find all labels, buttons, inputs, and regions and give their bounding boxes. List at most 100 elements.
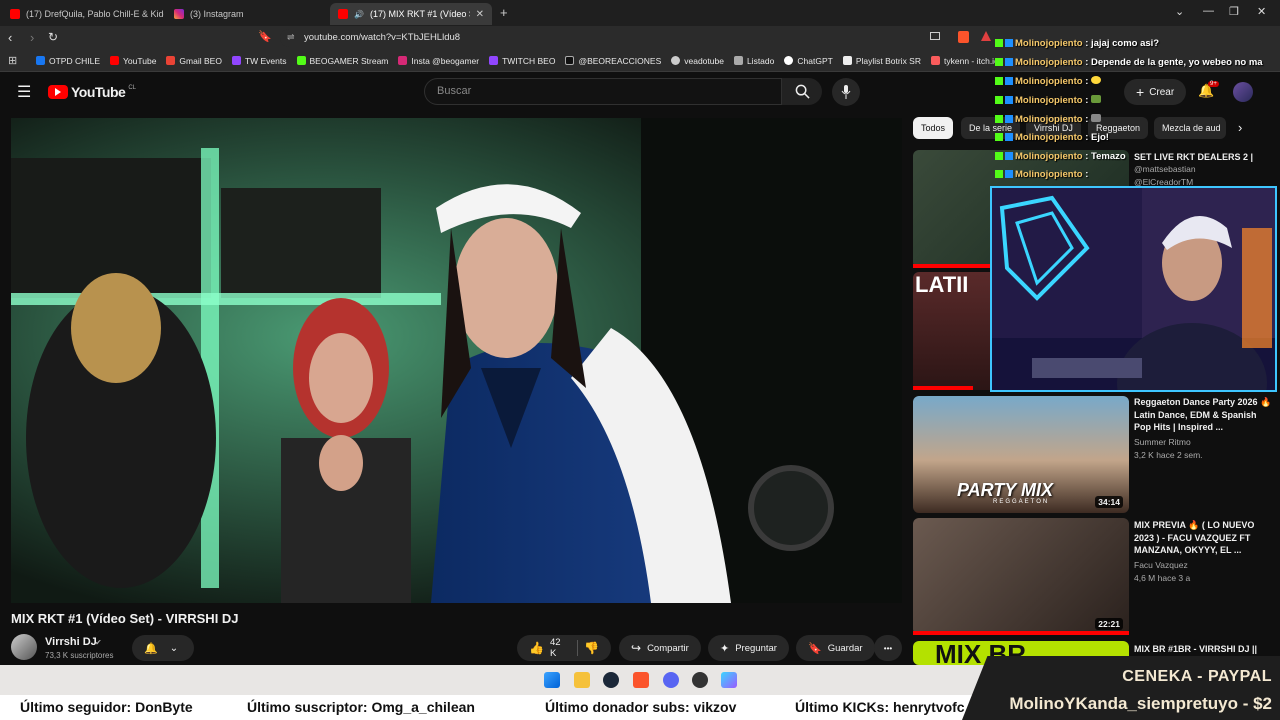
recommendation-title[interactable]: SET LIVE RKT DEALERS 2 |: [1134, 151, 1276, 164]
tab-drefquila[interactable]: (17) DrefQuila, Pablo Chill-E & Kidd V: [2, 3, 164, 25]
url-field[interactable]: ⇌ youtube.com/watch?v=KTbJEHLldu8: [280, 29, 1000, 47]
back-icon[interactable]: ‹: [8, 30, 12, 45]
save-icon: 🔖: [808, 642, 822, 655]
youtube-icon: [110, 56, 120, 65]
video-title: MIX RKT #1 (Vídeo Set) - VIRRSHI DJ: [11, 611, 239, 626]
windows-start-icon[interactable]: [544, 672, 560, 688]
create-button[interactable]: + Crear: [1124, 79, 1187, 105]
browser-tab-bar: (17) DrefQuila, Pablo Chill-E & Kidd V (…: [0, 0, 1280, 26]
rewards-icon[interactable]: [981, 31, 991, 41]
discord-icon[interactable]: [663, 672, 679, 688]
logo-text: YouTube: [71, 84, 126, 100]
site-info-icon[interactable]: ⇌: [287, 32, 295, 43]
close-tab-icon[interactable]: ✕: [476, 9, 484, 20]
search-input[interactable]: Buscar: [424, 78, 782, 105]
bookmark-gmail[interactable]: Gmail BEO: [166, 56, 222, 66]
thumbnail-text: PARTY MIX: [957, 480, 1054, 500]
kick-badge-icon: [995, 39, 1003, 48]
youtube-logo[interactable]: YouTube CL: [48, 84, 136, 100]
voice-search-button[interactable]: [832, 78, 860, 106]
chip-audio-mix[interactable]: Mezcla de aud: [1154, 117, 1226, 139]
dislike-button[interactable]: 👎: [584, 641, 599, 655]
recommendation-channel[interactable]: Facu Vazquez: [1134, 560, 1188, 570]
chip-all[interactable]: Todos: [913, 117, 954, 139]
recommendation-stats: 4,6 M hace 3 a: [1134, 573, 1191, 583]
bookmark-insta[interactable]: Insta @beogamer: [398, 56, 479, 66]
bookmark-youtube[interactable]: YouTube: [110, 56, 156, 66]
steam-icon[interactable]: [603, 672, 619, 688]
video-frame: [11, 118, 902, 603]
bookmark-tw-events[interactable]: TW Events: [231, 56, 287, 66]
bookmark-botrix[interactable]: Playlist Botrix SR: [842, 56, 921, 66]
file-explorer-icon[interactable]: [574, 672, 590, 688]
menu-icon[interactable]: ☰: [17, 82, 31, 102]
thumbs-down-icon: 👎: [584, 641, 599, 655]
subscriber-count: 73,3 K suscriptores: [45, 651, 114, 660]
forward-icon[interactable]: ›: [30, 30, 34, 45]
save-button[interactable]: 🔖 Guardar: [796, 635, 875, 661]
sub-badge-icon: [1005, 96, 1013, 105]
tab-mix-rkt[interactable]: 🔊 (17) MIX RKT #1 (Vídeo Set) - ✕: [330, 3, 492, 25]
chat-message: Molinojopiento :: [995, 114, 1101, 125]
share-button[interactable]: ↪ Compartir: [619, 635, 701, 661]
youtube-icon: [10, 9, 20, 19]
twitch-icon: [489, 56, 499, 65]
app-icon[interactable]: [721, 672, 737, 688]
youtube-icon: [338, 9, 348, 19]
bookmark-twitch-beo[interactable]: TWITCH BEO: [489, 56, 555, 66]
microphone-icon: [841, 85, 851, 99]
recommendation-thumbnail[interactable]: PARTY MIX REGGAETON 34:14: [913, 396, 1129, 513]
recommendation-title[interactable]: MIX BR #1BR - VIRRSHI DJ ||: [1134, 643, 1276, 656]
video-player[interactable]: [11, 118, 902, 603]
bookmark-itchio[interactable]: tykenn - itch.io: [931, 56, 999, 66]
more-actions-button[interactable]: •••: [874, 635, 902, 661]
new-tab-button[interactable]: +: [500, 5, 508, 20]
chevron-down-icon[interactable]: ⌄: [1175, 5, 1184, 18]
facebook-icon: [36, 56, 45, 65]
cast-icon[interactable]: [930, 32, 940, 40]
subscription-bell-button[interactable]: 🔔 ⌄: [132, 635, 194, 661]
obs-icon[interactable]: [692, 672, 708, 688]
restore-icon[interactable]: ❐: [1229, 5, 1239, 18]
recommendation-channel[interactable]: Summer Ritmo: [1134, 437, 1191, 447]
itchio-icon: [931, 56, 940, 65]
apps-grid-icon[interactable]: ⊞: [8, 54, 17, 67]
like-button[interactable]: 👍 42 K: [529, 637, 565, 659]
ask-button[interactable]: ✦ Preguntar: [708, 635, 789, 661]
bookmark-beogamer-stream[interactable]: BEOGAMER Stream: [296, 56, 388, 66]
brave-icon[interactable]: [633, 672, 649, 688]
kick-badge-icon: [995, 152, 1003, 161]
recommendation-title[interactable]: MIX PREVIA 🔥 ( LO NUEVO 2023 ) - FACU VA…: [1134, 519, 1276, 557]
channel-name[interactable]: Virrshi DJ: [45, 636, 97, 648]
close-window-icon[interactable]: ✕: [1257, 5, 1266, 18]
youtube-play-icon: [48, 85, 68, 99]
recommendation-channel[interactable]: @mattsebastian: [1134, 164, 1196, 174]
brave-shield-icon[interactable]: [958, 31, 969, 43]
recommendation-thumbnail[interactable]: 22:21: [913, 518, 1129, 635]
chevron-down-icon: ⌄: [169, 642, 179, 654]
thumbnail-text: LATII: [915, 272, 969, 297]
tab-instagram[interactable]: (3) Instagram: [166, 3, 326, 25]
bookmark-veadotube[interactable]: veadotube: [671, 56, 724, 66]
sub-badge-icon: [1005, 58, 1013, 67]
share-label: Compartir: [647, 642, 689, 654]
avatar[interactable]: [1233, 82, 1253, 102]
thumbnail-subtext: REGGAETON: [993, 499, 1050, 505]
recommendation-title[interactable]: Reggaeton Dance Party 2026 🔥 Latin Dance…: [1134, 396, 1276, 434]
channel-avatar[interactable]: [11, 634, 37, 660]
latest-sub-donor: Último donador subs: vikzov: [545, 699, 737, 715]
minimize-icon[interactable]: —: [1203, 5, 1214, 17]
emote-icon: [1091, 76, 1101, 84]
reload-icon[interactable]: ↻: [48, 30, 58, 44]
bookmark-otpd[interactable]: OTPD CHILE: [36, 56, 100, 66]
kick-badge-icon: [995, 115, 1003, 124]
chevron-right-icon[interactable]: ›: [1238, 120, 1242, 135]
bookmark-chatgpt[interactable]: ChatGPT: [784, 56, 833, 66]
bookmark-listado[interactable]: Listado: [733, 56, 774, 66]
latest-follower: Último seguidor: DonByte: [20, 699, 193, 715]
search-button[interactable]: [782, 78, 822, 105]
latest-kicks: Último KICKs: henrytvofc: [795, 699, 965, 715]
chat-message: Molinojopiento :: [995, 169, 1088, 180]
bookmark-beoreacciones[interactable]: @BEOREACCIONES: [565, 56, 661, 66]
bookmark-icon[interactable]: 🔖: [258, 30, 272, 43]
